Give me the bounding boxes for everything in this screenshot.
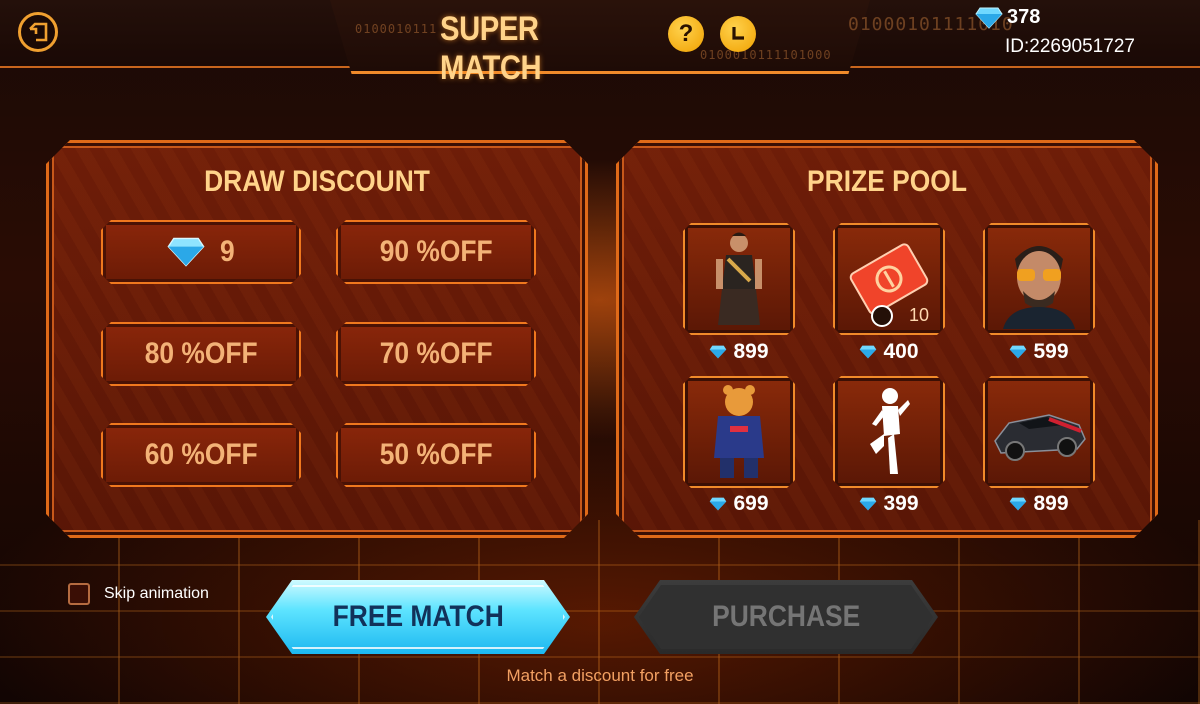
discount-option-90[interactable]: 90 %OFF — [336, 220, 536, 284]
discount-label: 60 %OFF — [144, 438, 258, 471]
diamond-icon — [1009, 497, 1027, 511]
back-arrow-icon — [29, 22, 48, 42]
purchase-button[interactable]: PURCHASE — [634, 580, 938, 654]
page-title: SUPER MATCH — [440, 10, 542, 87]
price-value: 400 — [883, 340, 919, 363]
skip-animation-toggle[interactable]: Skip animation — [68, 583, 209, 605]
prize-item-tiger-hoodie-bundle[interactable] — [683, 376, 795, 488]
discount-label: 90 %OFF — [379, 235, 493, 268]
prize-item-ticket[interactable]: 10 — [833, 223, 945, 335]
prize-price: 399 — [833, 491, 945, 517]
draw-discount-panel: DRAW DISCOUNT 9 90 %OFF 80 %OFF 70 %OFF … — [46, 140, 588, 538]
prize-item-character-sunglasses[interactable] — [983, 223, 1095, 335]
prize-item-sports-car[interactable] — [983, 376, 1095, 488]
price-value: 699 — [733, 492, 769, 515]
question-icon: ? — [678, 20, 694, 47]
discount-label: 50 %OFF — [379, 438, 493, 471]
diamond-icon — [859, 345, 877, 359]
skip-animation-checkbox[interactable] — [68, 583, 90, 605]
free-match-hint: Match a discount for free — [506, 666, 694, 685]
free-match-button[interactable]: FREE MATCH — [266, 580, 570, 654]
prize-price: 899 — [983, 491, 1095, 517]
prize-price: 899 — [683, 339, 795, 365]
discount-label: 9 — [219, 235, 235, 268]
diamond-icon — [975, 7, 1003, 29]
diamond-icon — [709, 497, 727, 511]
clock-icon — [871, 305, 893, 327]
emote-icon — [854, 384, 924, 480]
clock-icon — [732, 27, 744, 40]
prize-price: 699 — [683, 491, 795, 517]
discount-option-80[interactable]: 80 %OFF — [101, 322, 301, 386]
discount-option-60[interactable]: 60 %OFF — [101, 423, 301, 487]
draw-discount-title: DRAW DISCOUNT — [204, 165, 430, 198]
tiger-costume-icon — [704, 382, 774, 482]
back-button[interactable] — [18, 12, 58, 52]
car-icon — [989, 397, 1089, 467]
price-value: 899 — [733, 340, 769, 363]
price-value: 399 — [883, 492, 919, 515]
free-match-label: FREE MATCH — [332, 600, 504, 633]
purchase-label: PURCHASE — [711, 600, 861, 633]
prize-item-emote[interactable] — [833, 376, 945, 488]
diamond-icon — [167, 237, 205, 267]
prize-item-character-gladiator[interactable] — [683, 223, 795, 335]
discount-option-diamond[interactable]: 9 — [101, 220, 301, 284]
discount-option-50[interactable]: 50 %OFF — [336, 423, 536, 487]
skip-animation-label: Skip animation — [104, 585, 209, 602]
player-id: ID:2269051727 — [1005, 36, 1135, 57]
ticket-count: 10 — [909, 305, 930, 325]
diamond-icon — [709, 345, 727, 359]
diamond-icon — [1009, 345, 1027, 359]
binary-decor: 0100010111101000 — [700, 48, 832, 62]
price-value: 599 — [1033, 340, 1069, 363]
binary-decor: 0100010111 — [355, 22, 438, 36]
prize-price: 599 — [983, 339, 1095, 365]
price-value: 899 — [1033, 492, 1069, 515]
character-icon — [704, 229, 774, 329]
discount-label: 80 %OFF — [144, 337, 258, 370]
diamond-icon — [859, 497, 877, 511]
prize-price: 400 — [833, 339, 945, 365]
discount-label: 70 %OFF — [379, 337, 493, 370]
diamond-count-value: 378 — [1007, 6, 1041, 28]
prize-pool-title: PRIZE POOL — [807, 165, 967, 198]
prize-pool-panel: PRIZE POOL 899 10 400 599 699 399 899 — [616, 140, 1158, 538]
diamond-balance: 378 — [975, 6, 1040, 29]
help-button[interactable]: ? — [668, 16, 704, 52]
history-button[interactable] — [720, 16, 756, 52]
character-portrait-icon — [989, 229, 1089, 329]
discount-option-70[interactable]: 70 %OFF — [336, 322, 536, 386]
